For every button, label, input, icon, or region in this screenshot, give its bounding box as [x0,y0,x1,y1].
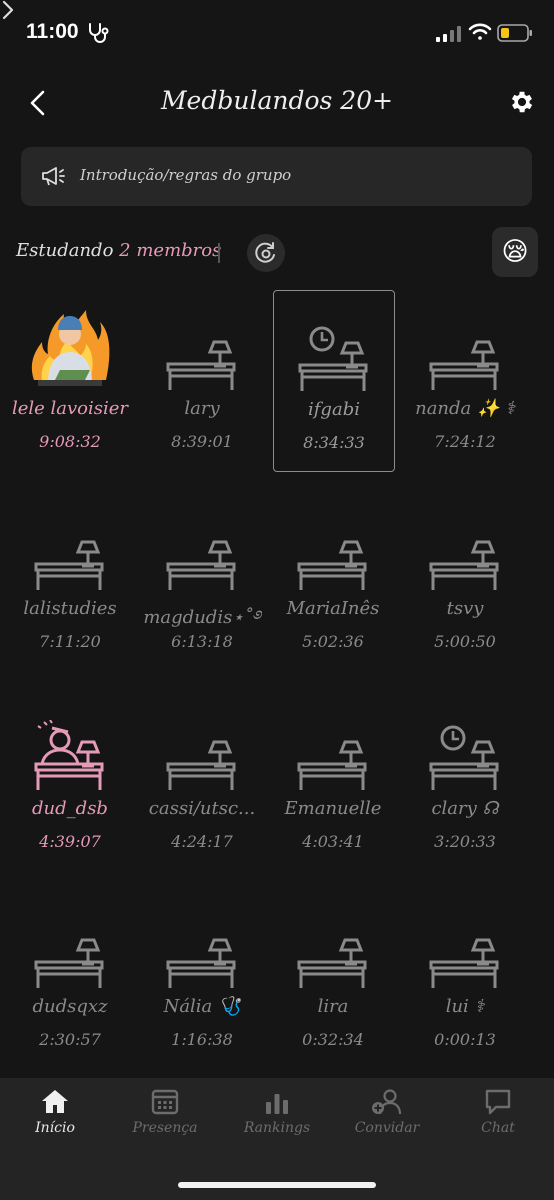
gear-icon[interactable] [508,88,536,116]
tab-label: Rankings [243,1120,311,1136]
member-card[interactable]: lui ⚕ 0:00:13 [405,888,525,1068]
desk-clock-icon [288,321,380,393]
member-card[interactable]: lalistudies 7:11:20 [10,490,130,670]
studying-label: Estudando [16,240,114,261]
member-study-time: 0:32:34 [302,1030,364,1049]
desk-lamp-icon [24,918,116,990]
member-name: clary ☊ [431,798,499,819]
member-card[interactable]: Emanuelle 4:03:41 [273,690,393,870]
member-name: Nália 🩺 [163,996,241,1017]
stethoscope-icon [89,23,109,43]
member-name: Emanuelle [284,798,382,819]
member-card[interactable]: dudsqxz 2:30:57 [10,888,130,1068]
member-study-time: 9:08:32 [39,432,101,451]
member-card[interactable]: dud_dsb 4:39:07 [10,690,130,870]
home-indicator [178,1182,376,1188]
tab-label: Início [35,1120,75,1136]
desk-clock-icon [419,720,511,792]
desk-lamp-icon [419,918,511,990]
mood-button[interactable]: 😪 [492,227,538,277]
calendar-icon [110,1088,220,1116]
chat-icon [443,1088,553,1116]
member-name: ifgabi [308,399,360,420]
status-bar: 11:00 [0,0,554,64]
member-name: cassi/utsc... [148,798,256,819]
member-name: lary [184,398,220,419]
desk-lamp-icon [287,720,379,792]
battery-icon [497,24,532,42]
member-study-time: 4:03:41 [302,832,364,851]
tab-calendar[interactable]: Presença [110,1088,220,1136]
group-rules-bar[interactable]: Introdução/regras do grupo [21,147,532,206]
desk-lamp-icon [156,918,248,990]
member-study-time: 8:39:01 [171,432,233,451]
member-study-time: 5:02:36 [302,632,364,651]
member-card[interactable]: lary 8:39:01 [142,290,262,470]
tab-label: Chat [481,1120,515,1136]
member-study-time: 0:00:13 [434,1030,496,1049]
member-study-time: 4:24:17 [171,832,233,851]
member-study-time: 1:16:38 [171,1030,233,1049]
desk-lamp-icon [156,520,248,592]
member-study-time: 3:20:33 [434,832,496,851]
member-study-time: 7:24:12 [434,432,496,451]
member-study-time: 2:30:57 [39,1030,101,1049]
tab-label: Presença [132,1120,198,1136]
wifi-icon [468,23,492,40]
member-card[interactable]: ifgabi 8:34:33 [273,290,395,472]
member-card[interactable]: Nália 🩺 1:16:38 [142,888,262,1068]
member-name: MariaInês [286,598,380,619]
home-icon [0,1088,110,1116]
member-name: tsvy [446,598,484,619]
studying-count: 2 [119,240,131,261]
status-time: 11:00 [26,20,79,43]
divider [218,243,220,263]
member-study-time: 7:11:20 [39,632,101,651]
studying-person-icon [24,719,116,792]
member-card[interactable]: magdudis⋆˚࿔ 6:13:18 [142,490,262,670]
desk-lamp-icon [24,520,116,592]
desk-lamp-icon [287,918,379,990]
tab-chat[interactable]: Chat [443,1088,553,1136]
member-name: lele lavoisier [11,398,129,419]
tab-add-user[interactable]: Convidar [332,1088,442,1136]
member-study-time: 4:39:07 [39,832,101,851]
member-name: lira [317,996,349,1017]
member-card[interactable]: nanda ✨ ⚕ 7:24:12 [405,290,525,470]
bar-chart-icon [222,1088,332,1116]
refresh-target-icon [255,242,275,263]
page-title: Medbulandos 20+ [160,86,394,115]
member-name: lalistudies [23,598,117,619]
member-card[interactable]: tsvy 5:00:50 [405,490,525,670]
megaphone-icon [42,167,65,186]
tab-bar-chart[interactable]: Rankings [222,1088,332,1136]
group-rules-label: Introdução/regras do grupo [80,166,292,184]
member-name: dudsqxz [32,996,108,1017]
member-name: nanda ✨ ⚕ [415,398,515,419]
signal-icon [436,26,461,42]
add-user-icon [332,1088,442,1116]
desk-lamp-icon [419,320,511,392]
desk-lamp-icon [156,320,248,392]
member-card[interactable]: cassi/utsc... 4:24:17 [142,690,262,870]
tab-home[interactable]: Início [0,1088,110,1136]
member-name: lui ⚕ [445,996,485,1017]
desk-lamp-icon [419,520,511,592]
member-card[interactable]: clary ☊ 3:20:33 [405,690,525,870]
member-card[interactable]: lele lavoisier 9:08:32 [10,290,130,470]
focus-refresh-button[interactable] [247,234,285,272]
desk-lamp-icon [287,520,379,592]
studying-summary: Estudando 2 membros [16,240,221,261]
member-card[interactable]: MariaInês 5:02:36 [273,490,393,670]
member-study-time: 5:00:50 [434,632,496,651]
studying-members-label: membros [136,240,222,261]
desk-lamp-icon [156,720,248,792]
member-name: dud_dsb [32,798,108,819]
member-card[interactable]: lira 0:32:34 [273,888,393,1068]
member-study-time: 8:34:33 [303,433,365,452]
tab-label: Convidar [354,1120,420,1136]
member-study-time: 6:13:18 [171,632,233,651]
doctor-avatar-icon [24,310,116,392]
